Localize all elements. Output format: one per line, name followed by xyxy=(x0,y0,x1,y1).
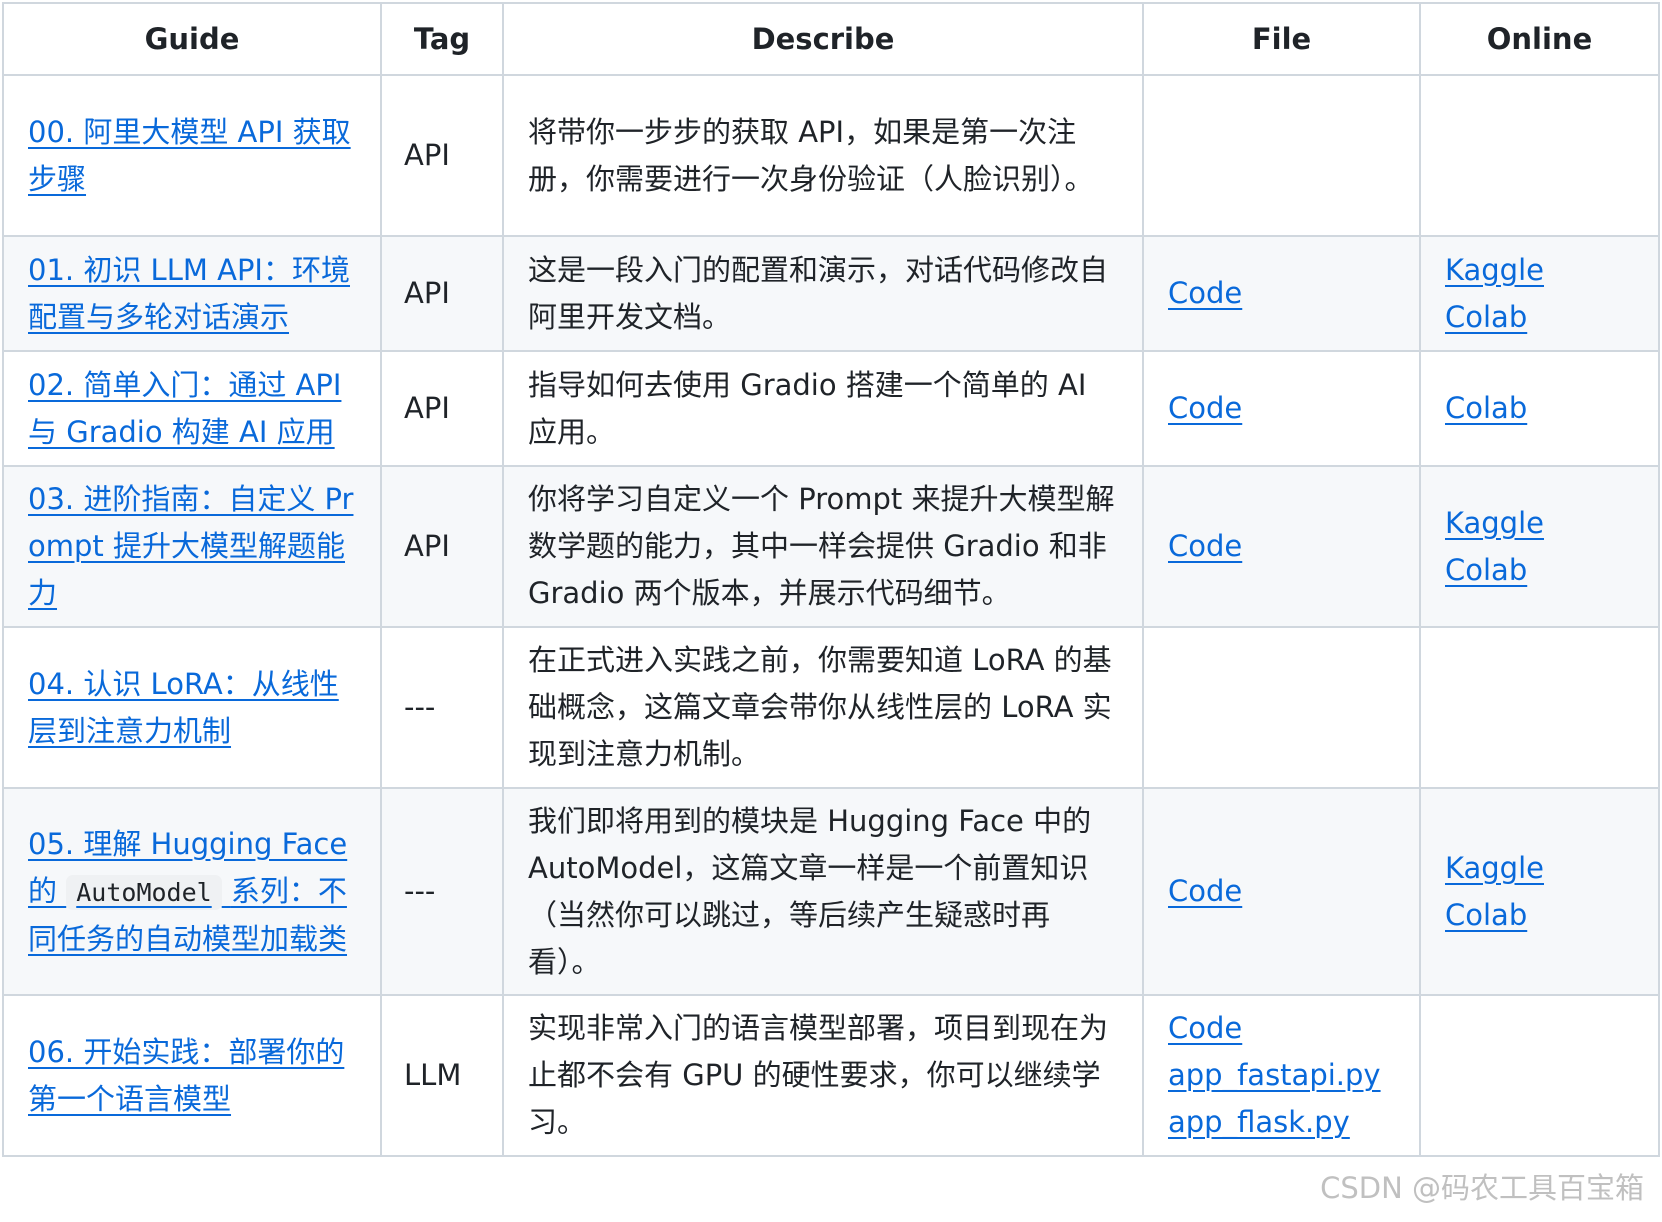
header-guide: Guide xyxy=(2,2,382,76)
online-cell xyxy=(1419,626,1660,789)
describe-cell: 我们即将用到的模块是 Hugging Face 中的 AutoModel，这篇文… xyxy=(502,787,1144,996)
colab-link[interactable]: Colab xyxy=(1445,294,1634,341)
online-cell xyxy=(1419,74,1660,237)
file-cell: Code xyxy=(1142,350,1421,467)
guide-cell: 04. 认识 LoRA：从线性层到注意力机制 xyxy=(2,626,382,789)
table-row: 03. 进阶指南：自定义 Prompt 提升大模型解题能力 API 你将学习自定… xyxy=(2,465,1660,628)
file-cell: Code xyxy=(1142,465,1421,628)
table-row: 00. 阿里大模型 API 获取步骤 API 将带你一步步的获取 API，如果是… xyxy=(2,74,1660,237)
file-cell: Code app_fastapi.py app_flask.py xyxy=(1142,994,1421,1157)
guide-link-01[interactable]: 01. 初识 LLM API：环境配置与多轮对话演示 xyxy=(28,253,350,334)
table-row: 01. 初识 LLM API：环境配置与多轮对话演示 API 这是一段入门的配置… xyxy=(2,235,1660,352)
online-cell xyxy=(1419,994,1660,1157)
guide-link-00[interactable]: 00. 阿里大模型 API 获取步骤 xyxy=(28,115,351,196)
code-link[interactable]: Code xyxy=(1168,523,1395,570)
header-online: Online xyxy=(1419,2,1660,76)
kaggle-link[interactable]: Kaggle xyxy=(1445,500,1634,547)
file-cell xyxy=(1142,74,1421,237)
kaggle-link[interactable]: Kaggle xyxy=(1445,247,1634,294)
describe-cell: 你将学习自定义一个 Prompt 来提升大模型解数学题的能力，其中一样会提供 G… xyxy=(502,465,1144,628)
tag-cell: API xyxy=(380,465,504,628)
tag-cell: --- xyxy=(380,787,504,996)
tag-cell: API xyxy=(380,350,504,467)
header-tag: Tag xyxy=(380,2,504,76)
csdn-watermark: CSDN @码农工具百宝箱 xyxy=(1320,1171,1644,1205)
table-row: 05. 理解 Hugging Face 的 AutoModel 系列：不同任务的… xyxy=(2,787,1660,996)
colab-link[interactable]: Colab xyxy=(1445,385,1634,432)
guide-cell: 03. 进阶指南：自定义 Prompt 提升大模型解题能力 xyxy=(2,465,382,628)
guide-cell: 06. 开始实践：部署你的第一个语言模型 xyxy=(2,994,382,1157)
colab-link[interactable]: Colab xyxy=(1445,547,1634,594)
online-cell: Kaggle Colab xyxy=(1419,465,1660,628)
online-cell: Kaggle Colab xyxy=(1419,235,1660,352)
online-cell: Kaggle Colab xyxy=(1419,787,1660,996)
code-link[interactable]: Code xyxy=(1168,270,1395,317)
guides-table: Guide Tag Describe File Online 00. 阿里大模型… xyxy=(2,2,1660,1157)
header-describe: Describe xyxy=(502,2,1144,76)
automodel-code: AutoModel xyxy=(66,874,222,910)
guide-cell: 05. 理解 Hugging Face 的 AutoModel 系列：不同任务的… xyxy=(2,787,382,996)
guide-cell: 01. 初识 LLM API：环境配置与多轮对话演示 xyxy=(2,235,382,352)
online-cell: Colab xyxy=(1419,350,1660,467)
guide-cell: 02. 简单入门：通过 API 与 Gradio 构建 AI 应用 xyxy=(2,350,382,467)
tag-cell: --- xyxy=(380,626,504,789)
describe-cell: 在正式进入实践之前，你需要知道 LoRA 的基础概念，这篇文章会带你从线性层的 … xyxy=(502,626,1144,789)
file-cell: Code xyxy=(1142,787,1421,996)
guide-link-05[interactable]: 05. 理解 Hugging Face 的 AutoModel 系列：不同任务的… xyxy=(28,827,347,956)
tag-cell: API xyxy=(380,235,504,352)
guide-link-06[interactable]: 06. 开始实践：部署你的第一个语言模型 xyxy=(28,1035,344,1116)
code-link[interactable]: Code xyxy=(1168,385,1395,432)
describe-cell: 指导如何去使用 Gradio 搭建一个简单的 AI 应用。 xyxy=(502,350,1144,467)
table-header-row: Guide Tag Describe File Online xyxy=(2,2,1660,76)
kaggle-link[interactable]: Kaggle xyxy=(1445,845,1634,892)
table-row: 06. 开始实践：部署你的第一个语言模型 LLM 实现非常入门的语言模型部署，项… xyxy=(2,994,1660,1157)
describe-cell: 这是一段入门的配置和演示，对话代码修改自阿里开发文档。 xyxy=(502,235,1144,352)
tag-cell: LLM xyxy=(380,994,504,1157)
guide-link-04[interactable]: 04. 认识 LoRA：从线性层到注意力机制 xyxy=(28,667,339,748)
header-file: File xyxy=(1142,2,1421,76)
guide-link-02[interactable]: 02. 简单入门：通过 API 与 Gradio 构建 AI 应用 xyxy=(28,368,341,449)
file-cell: Code xyxy=(1142,235,1421,352)
code-link[interactable]: Code xyxy=(1168,1005,1395,1052)
app-flask-link[interactable]: app_flask.py xyxy=(1168,1099,1395,1146)
table-row: 02. 简单入门：通过 API 与 Gradio 构建 AI 应用 API 指导… xyxy=(2,350,1660,467)
app-fastapi-link[interactable]: app_fastapi.py xyxy=(1168,1052,1395,1099)
guide-link-03[interactable]: 03. 进阶指南：自定义 Prompt 提升大模型解题能力 xyxy=(28,482,353,610)
table-row: 04. 认识 LoRA：从线性层到注意力机制 --- 在正式进入实践之前，你需要… xyxy=(2,626,1660,789)
file-cell xyxy=(1142,626,1421,789)
describe-cell: 将带你一步步的获取 API，如果是第一次注册，你需要进行一次身份验证（人脸识别）… xyxy=(502,74,1144,237)
describe-cell: 实现非常入门的语言模型部署，项目到现在为止都不会有 GPU 的硬性要求，你可以继… xyxy=(502,994,1144,1157)
tag-cell: API xyxy=(380,74,504,237)
code-link[interactable]: Code xyxy=(1168,868,1395,915)
guide-cell: 00. 阿里大模型 API 获取步骤 xyxy=(2,74,382,237)
colab-link[interactable]: Colab xyxy=(1445,892,1634,939)
